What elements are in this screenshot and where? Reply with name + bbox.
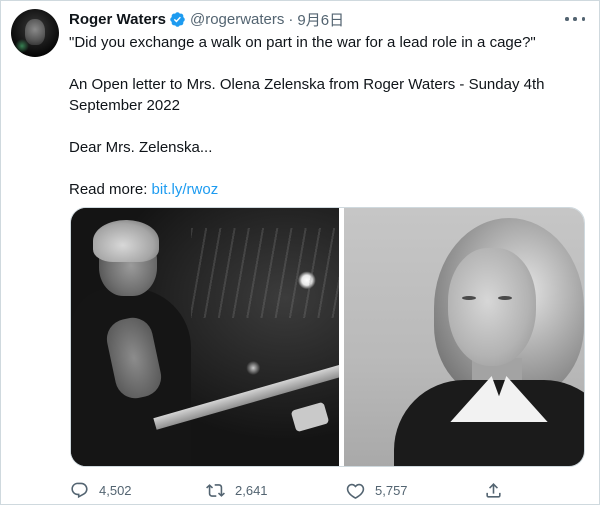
- read-more-line: Read more: bit.ly/rwoz: [69, 179, 589, 200]
- tweet-line-quote: "Did you exchange a walk on part in the …: [69, 34, 536, 51]
- author-name[interactable]: Roger Waters: [69, 11, 166, 28]
- tweet-date[interactable]: 9月6日: [297, 9, 344, 30]
- tweet-media: [70, 207, 585, 467]
- verified-badge-icon: [170, 11, 185, 27]
- tweet-text: "Did you exchange a walk on part in the …: [69, 32, 589, 200]
- tweet-card: Roger Waters @rogerwaters · 9月6日 "Did yo…: [0, 0, 600, 505]
- share-icon: [486, 482, 501, 498]
- photo-roger-waters[interactable]: [71, 208, 339, 466]
- reply-icon: [71, 482, 88, 498]
- tweet-actions: 4,502 2,641 5,757: [70, 479, 510, 501]
- like-count: 5,757: [375, 482, 408, 498]
- read-more-link[interactable]: bit.ly/rwoz: [152, 181, 219, 198]
- retweet-icon: [206, 483, 225, 497]
- avatar[interactable]: [11, 9, 59, 57]
- avatar-light: [15, 39, 29, 53]
- photo-olena-zelenska[interactable]: [344, 208, 584, 466]
- tweet-line-letter: An Open letter to Mrs. Olena Zelenska fr…: [69, 76, 545, 114]
- share-button[interactable]: [484, 481, 503, 500]
- tweet-header: Roger Waters @rogerwaters · 9月6日: [69, 9, 344, 29]
- more-icon[interactable]: [565, 11, 585, 27]
- retweet-count: 2,641: [235, 482, 268, 498]
- read-more-label: Read more:: [69, 181, 152, 198]
- like-button[interactable]: 5,757: [346, 481, 408, 500]
- author-handle[interactable]: @rogerwaters: [190, 11, 284, 28]
- separator-dot: ·: [288, 10, 294, 28]
- reply-count: 4,502: [99, 482, 132, 498]
- reply-button[interactable]: 4,502: [70, 481, 132, 500]
- tweet-line-greeting: Dear Mrs. Zelenska...: [69, 139, 213, 156]
- avatar-face: [25, 19, 45, 45]
- heart-icon: [346, 483, 365, 499]
- retweet-button[interactable]: 2,641: [206, 481, 268, 500]
